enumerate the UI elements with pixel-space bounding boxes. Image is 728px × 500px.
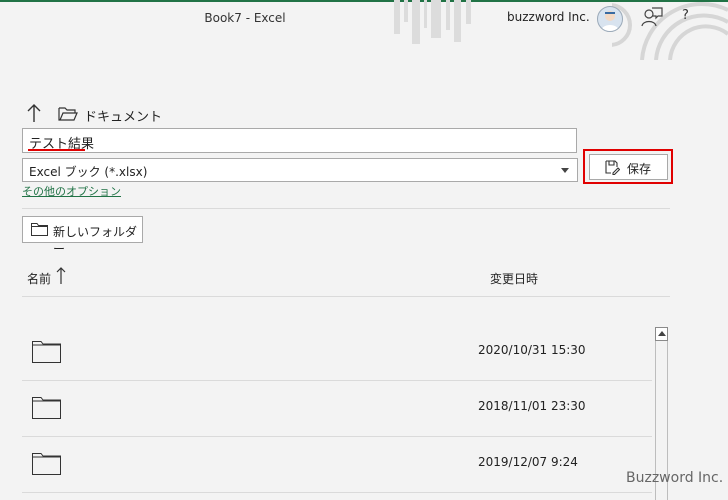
breadcrumb-location[interactable]: ドキュメント [84, 106, 162, 125]
chevron-down-icon [561, 168, 569, 173]
filename-highlight-underline [28, 149, 85, 151]
column-header-date[interactable]: 変更日時 [490, 270, 538, 287]
column-header-name[interactable]: 名前 [27, 270, 51, 287]
folder-open-icon [58, 107, 78, 121]
scroll-up-button[interactable] [655, 327, 668, 341]
account-name[interactable]: buzzword Inc. [507, 10, 590, 24]
divider [22, 296, 670, 297]
row-modified-date: 2019/12/07 9:24 [478, 455, 578, 469]
feedback-icon[interactable] [640, 6, 664, 28]
new-folder-button[interactable]: 新しいフォルダー [22, 216, 143, 256]
save-button-label: 保存 [627, 162, 652, 176]
divider [22, 208, 670, 209]
save-icon [605, 160, 620, 175]
folder-icon [32, 341, 61, 363]
filetype-value: Excel ブック (*.xlsx) [29, 165, 148, 179]
watermark: Buzzword Inc. [626, 470, 724, 486]
more-options-link[interactable]: その他のオプション [22, 183, 121, 199]
new-folder-label: 新しいフォルダー [53, 225, 138, 256]
row-modified-date: 2020/10/31 15:30 [478, 343, 586, 357]
up-arrow-icon[interactable] [26, 103, 42, 123]
list-item[interactable]: 2020/10/31 15:30 [22, 325, 652, 381]
folder-icon [32, 453, 61, 475]
folder-icon [31, 223, 48, 236]
row-modified-date: 2018/11/01 23:30 [478, 399, 586, 413]
avatar[interactable] [597, 6, 623, 32]
avatar-icon [601, 11, 619, 31]
filename-input[interactable]: テスト結果 [22, 128, 577, 153]
help-button[interactable]: ? [682, 8, 696, 23]
list-item[interactable]: 2019/12/07 9:24 [22, 437, 652, 493]
row-divider [22, 492, 652, 493]
save-button[interactable]: 保存 [589, 154, 668, 180]
folder-icon [32, 397, 61, 419]
filetype-select[interactable]: Excel ブック (*.xlsx) [22, 158, 578, 182]
chevron-up-icon [658, 331, 666, 336]
title-decoration-right [612, 2, 728, 60]
sort-ascending-icon [56, 267, 66, 284]
list-item[interactable]: 2018/11/01 23:30 [22, 381, 652, 437]
